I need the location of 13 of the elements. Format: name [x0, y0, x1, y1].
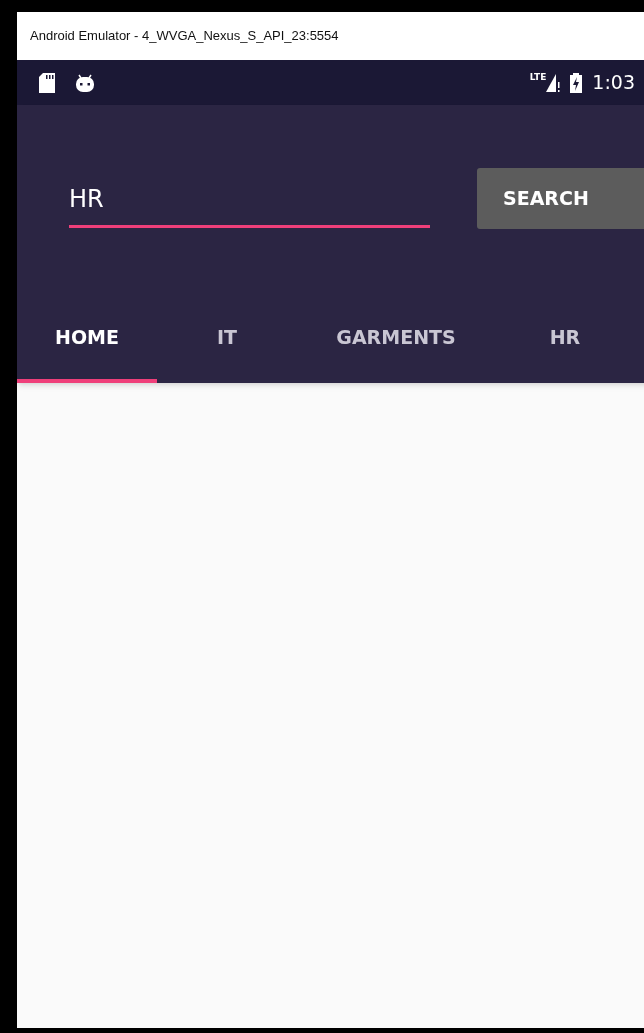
- search-field[interactable]: HR: [69, 168, 430, 228]
- tab[interactable]: IT: [157, 295, 297, 383]
- tab[interactable]: HR: [495, 295, 635, 383]
- network-label: LTE: [529, 70, 547, 84]
- search-button[interactable]: SEARCH: [477, 168, 644, 229]
- signal-icon: [546, 73, 561, 92]
- window-title: Android Emulator - 4_WVGA_Nexus_S_API_23:5554: [30, 27, 339, 46]
- android-icon: [75, 72, 95, 93]
- sd-card-icon: [39, 72, 55, 93]
- tab[interactable]: HOME: [17, 295, 157, 383]
- tab[interactable]: GARMENTS: [297, 295, 495, 383]
- battery-icon: [570, 72, 583, 93]
- clock-time: 1:03: [592, 70, 635, 96]
